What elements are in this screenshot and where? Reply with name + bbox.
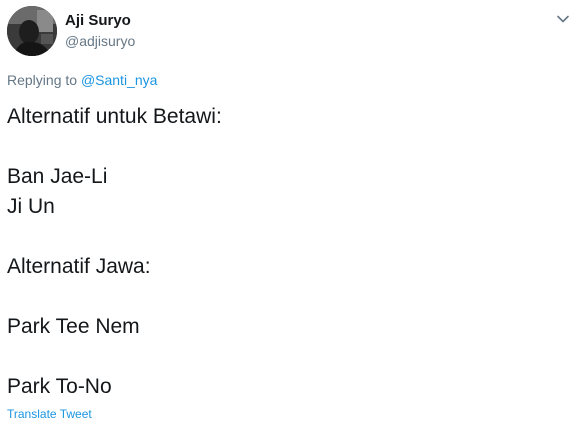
tweet-card: Aji Suryo @adjisuryo Replying to @Santi_… (0, 0, 584, 427)
avatar[interactable] (7, 6, 57, 56)
translate-tweet-link[interactable]: Translate Tweet (7, 407, 92, 421)
chevron-down-icon[interactable] (556, 12, 570, 26)
author-name[interactable]: Aji Suryo (65, 12, 131, 29)
tweet-line: Ban Jae-Li (7, 165, 108, 188)
replying-to-label: Replying to (7, 72, 78, 88)
tweet-line: Park To-No (7, 375, 112, 398)
tweet-line: Alternatif Jawa: (7, 255, 151, 278)
reply-mention-link[interactable]: @Santi_nya (81, 72, 157, 88)
author-handle[interactable]: @adjisuryo (65, 33, 135, 49)
tweet-line: Alternatif untuk Betawi: (7, 105, 222, 128)
tweet-line: Ji Un (7, 195, 55, 218)
profile-photo-icon (7, 6, 57, 56)
tweet-text: Alternatif untuk Betawi: Ban Jae-Li Ji U… (7, 102, 567, 402)
tweet-line: Park Tee Nem (7, 315, 140, 338)
replying-to: Replying to @Santi_nya (7, 72, 157, 88)
